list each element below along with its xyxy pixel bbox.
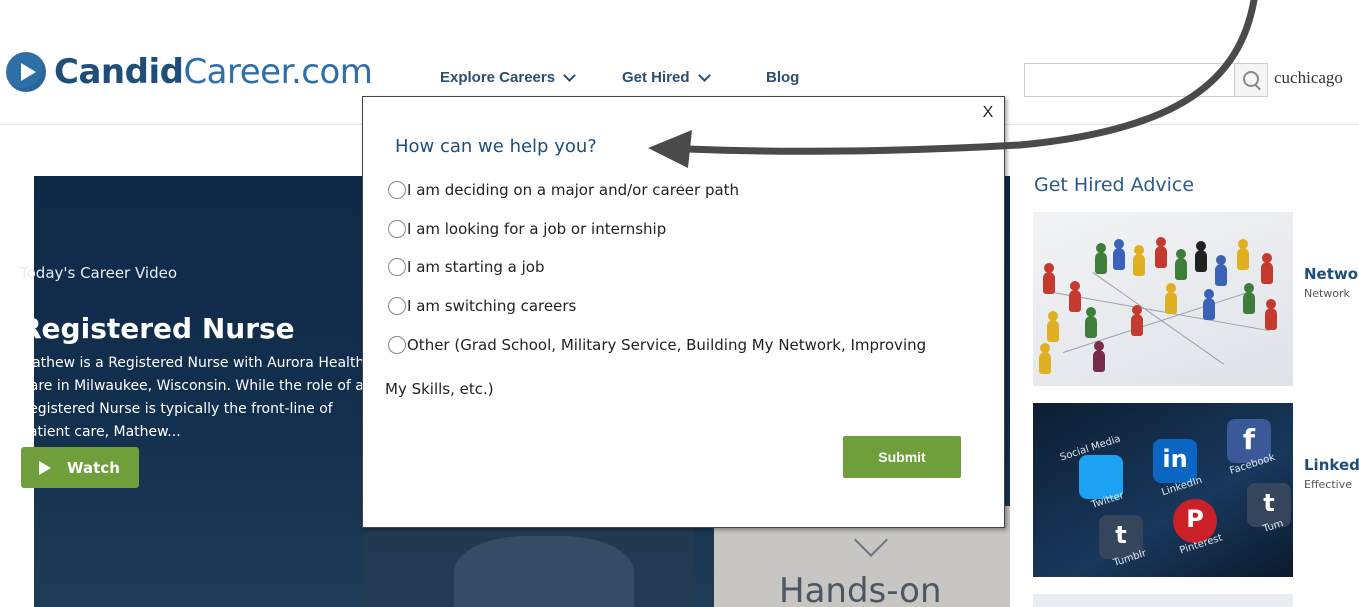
chevron-down-icon	[563, 68, 576, 82]
option-job-internship[interactable]: I am looking for a job or internship	[388, 220, 666, 238]
pawn-red	[1155, 237, 1167, 268]
pawn-green	[1095, 243, 1107, 274]
nav-explore-careers-label: Explore Careers	[440, 69, 556, 86]
third-article-thumbnail[interactable]	[1033, 594, 1293, 607]
nav-get-hired-label: Get Hired	[622, 69, 690, 86]
hero-kicker: Today's Career Video	[20, 264, 178, 282]
option-other[interactable]: Other (Grad School, Military Service, Bu…	[388, 336, 926, 354]
hero-poster-text: Hands-on	[779, 571, 942, 607]
watch-button-label: Watch	[67, 458, 120, 477]
article-title-networking[interactable]: Netwo	[1304, 265, 1358, 283]
nav-get-hired[interactable]: Get Hired	[622, 68, 711, 86]
radio-button[interactable]	[388, 297, 406, 315]
pawn-red	[1261, 253, 1273, 284]
logo-text-primary: Candid	[54, 52, 184, 92]
pawn-blue	[1113, 239, 1125, 270]
play-icon	[39, 460, 51, 475]
submit-button[interactable]: Submit	[843, 436, 961, 478]
pinterest-glyph: P	[1186, 505, 1204, 533]
pawn-red	[1043, 263, 1055, 294]
facebook-glyph: f	[1242, 423, 1256, 456]
radio-button[interactable]	[388, 258, 406, 276]
article-title-linkedin[interactable]: Linked	[1304, 456, 1359, 474]
search-input[interactable]	[1024, 63, 1236, 97]
option-label: I am starting a job	[407, 258, 545, 276]
option-label: I am switching careers	[407, 297, 577, 315]
tumblr-glyph: t	[1263, 489, 1275, 517]
linkedin-article-thumbnail[interactable]: Social Media Twitter in LinkedIn f Faceb…	[1033, 403, 1293, 577]
play-logo-icon	[6, 52, 46, 92]
pawn-green	[1085, 307, 1097, 338]
modal-title: How can we help you?	[395, 136, 597, 157]
option-switching-careers[interactable]: I am switching careers	[388, 297, 576, 315]
option-label: I am deciding on a major and/or career p…	[407, 181, 740, 199]
chevron-down-icon	[697, 68, 711, 82]
nav-explore-careers[interactable]: Explore Careers	[440, 68, 576, 86]
search-icon-handle	[1254, 84, 1261, 91]
pawn-green	[1243, 283, 1255, 314]
option-label: Other (Grad School, Military Service, Bu…	[407, 336, 927, 354]
logo-text-secondary: Career.com	[183, 52, 373, 92]
watch-button[interactable]: Watch	[21, 447, 139, 488]
networking-article-thumbnail[interactable]	[1033, 212, 1293, 386]
tumblr-glyph: t	[1115, 521, 1127, 549]
pawn-red	[1265, 299, 1277, 330]
pawn-yellow	[1165, 283, 1177, 314]
option-label: I am looking for a job or internship	[407, 220, 667, 238]
site-logo[interactable]: Candid Career.com	[6, 50, 373, 94]
pawn-black	[1195, 241, 1207, 272]
pawn-yellow	[1133, 245, 1145, 276]
nav-blog-label: Blog	[766, 69, 800, 86]
pawn-yellow	[1047, 311, 1059, 342]
pawn-yellow	[1039, 343, 1051, 374]
nav-blog[interactable]: Blog	[766, 69, 799, 86]
pawn-red	[1131, 305, 1143, 336]
radio-button[interactable]	[388, 220, 406, 238]
advice-section-title: Get Hired Advice	[1034, 174, 1195, 196]
pawn-blue	[1203, 289, 1215, 320]
article-subtitle-networking: Network	[1304, 287, 1350, 300]
pawn-green	[1175, 249, 1187, 280]
hero-person-shirt	[454, 536, 634, 607]
close-modal-button[interactable]: X	[980, 104, 996, 124]
option-other-continuation: My Skills, etc.)	[385, 380, 494, 398]
pawn-blue	[1215, 255, 1227, 286]
pawn-red	[1069, 281, 1081, 312]
user-account-link[interactable]: cuchicago	[1274, 68, 1343, 88]
option-starting-job[interactable]: I am starting a job	[388, 258, 545, 276]
option-major-career-path[interactable]: I am deciding on a major and/or career p…	[388, 181, 739, 199]
article-subtitle-linkedin: Effective	[1304, 478, 1352, 491]
hero-description: Mathew is a Registered Nurse with Aurora…	[20, 355, 365, 440]
search-button[interactable]	[1234, 63, 1268, 97]
pawn-yellow	[1237, 239, 1249, 270]
linkedin-glyph: in	[1162, 445, 1188, 473]
hero-title[interactable]: Registered Nurse	[20, 312, 295, 345]
radio-button[interactable]	[388, 336, 406, 354]
radio-button[interactable]	[388, 181, 406, 199]
pawn-purple	[1093, 341, 1105, 372]
